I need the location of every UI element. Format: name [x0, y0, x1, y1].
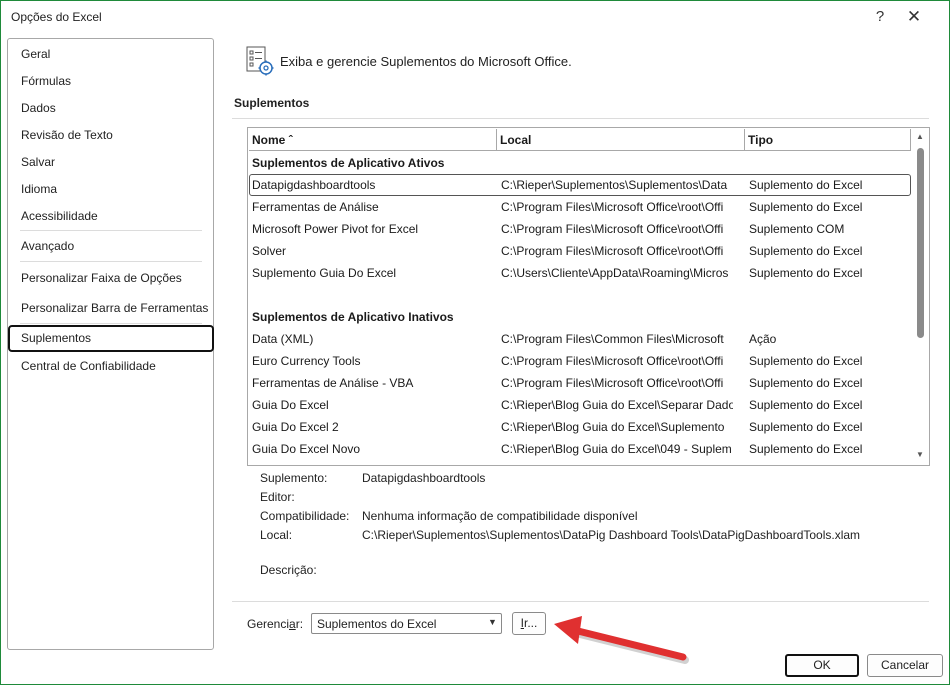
group-header-inactive: Suplementos de Aplicativo Inativos [249, 306, 911, 328]
nav-item-barra[interactable]: Personalizar Barra de Ferramentas [8, 295, 213, 321]
addin-type: Suplemento do Excel [749, 420, 863, 434]
nav-separator [20, 323, 202, 324]
addin-location: C:\Rieper\Blog Guia do Excel\049 - Suple… [501, 442, 732, 456]
column-header-name[interactable]: Nome ˆ [249, 129, 497, 151]
nav-separator [20, 230, 202, 231]
manage-label: Gerenciar: [247, 617, 304, 631]
scroll-down-icon[interactable]: ▼ [916, 450, 924, 459]
window-title: Opções do Excel [11, 10, 102, 24]
group-label: Suplementos de Aplicativo Ativos [252, 156, 445, 170]
table-row[interactable]: Euro Currency Tools C:\Program Files\Mic… [249, 350, 911, 372]
addin-location: C:\Program Files\Microsoft Office\root\O… [501, 222, 724, 236]
addin-location: C:\Users\Cliente\AppData\Roaming\Micros [501, 266, 729, 280]
cancel-button[interactable]: Cancelar [867, 654, 943, 677]
addin-name: Guia Do Excel [252, 398, 329, 412]
group-label: Suplementos de Aplicativo Inativos [252, 310, 454, 324]
table-row[interactable]: Guia Do Excel C:\Rieper\Blog Guia do Exc… [249, 394, 911, 416]
close-button[interactable]: ✕ [899, 5, 929, 29]
ok-button[interactable]: OK [785, 654, 859, 677]
manage-select[interactable]: Suplementos do Excel ▼ [311, 613, 502, 634]
addin-name: Datapigdashboardtools [252, 178, 376, 192]
addin-location: C:\Program Files\Microsoft Office\root\O… [501, 200, 724, 214]
table-row[interactable]: Ferramentas de Análise C:\Program Files\… [249, 196, 911, 218]
page-heading: Exiba e gerencie Suplementos do Microsof… [280, 54, 572, 69]
detail-label-compat: Compatibilidade: [260, 509, 350, 523]
addin-name: Microsoft Power Pivot for Excel [252, 222, 419, 236]
nav-item-idioma[interactable]: Idioma [8, 176, 213, 202]
addin-name: Guia Do Excel Novo [252, 442, 361, 456]
table-row[interactable]: Suplemento Guia Do Excel C:\Users\Client… [249, 262, 911, 284]
nav-separator [20, 261, 202, 262]
addin-location: C:\Program Files\Microsoft Office\root\O… [501, 354, 724, 368]
scroll-thumb[interactable] [917, 148, 924, 338]
addin-type: Suplemento do Excel [749, 376, 863, 390]
addin-name: Guia Do Excel 2 [252, 420, 339, 434]
addin-type: Suplemento COM [749, 222, 845, 236]
addin-location: C:\Program Files\Microsoft Office\root\O… [501, 244, 724, 258]
nav-item-formulas[interactable]: Fórmulas [8, 68, 213, 94]
detail-label-description: Descrição: [260, 563, 317, 577]
addin-type: Suplemento do Excel [749, 178, 863, 192]
nav-item-faixa[interactable]: Personalizar Faixa de Opções [8, 265, 213, 291]
table-row[interactable]: Guia Do Excel 2 C:\Rieper\Blog Guia do E… [249, 416, 911, 438]
table-row[interactable]: Data (XML) C:\Program Files\Common Files… [249, 328, 911, 350]
detail-value-location: C:\Rieper\Suplementos\Suplementos\DataPi… [362, 528, 861, 542]
nav-item-confiabilidade[interactable]: Central de Confiabilidade [8, 353, 213, 379]
addin-type: Suplemento do Excel [749, 442, 863, 456]
addin-name: Ferramentas de Análise [252, 200, 379, 214]
options-nav: Geral Fórmulas Dados Revisão de Texto Sa… [7, 38, 214, 650]
addin-type: Suplemento do Excel [749, 398, 863, 412]
table-row[interactable]: Guia Do Excel Novo C:\Rieper\Blog Guia d… [249, 438, 911, 460]
go-button[interactable]: Ir... [512, 612, 546, 635]
column-header-location[interactable]: Local [497, 129, 745, 151]
title-bar: Opções do Excel ? ✕ [1, 1, 949, 33]
addin-name: Euro Currency Tools [252, 354, 361, 368]
section-divider [232, 118, 929, 119]
addin-name: Solver [252, 244, 287, 258]
vertical-scrollbar[interactable]: ▲ ▼ [912, 128, 928, 465]
detail-value-addin: Datapigdashboardtools [362, 471, 486, 485]
red-arrow-icon [554, 616, 689, 664]
detail-label-location: Local: [260, 528, 293, 542]
nav-item-salvar[interactable]: Salvar [8, 149, 213, 175]
bottom-divider [232, 601, 929, 602]
addin-name: Ferramentas de Análise - VBA [252, 376, 414, 390]
nav-item-suplementos[interactable]: Suplementos [8, 325, 214, 352]
table-row[interactable]: Solver C:\Program Files\Microsoft Office… [249, 240, 911, 262]
addins-list[interactable]: Nome ˆ Local Tipo Suplementos de Aplicat… [247, 127, 930, 466]
nav-item-geral[interactable]: Geral [8, 41, 213, 67]
addins-gear-icon [246, 46, 274, 76]
detail-value-compat: Nenhuma informação de compatibilidade di… [362, 509, 638, 523]
section-title: Suplementos [234, 96, 310, 110]
nav-item-avancado[interactable]: Avançado [8, 233, 213, 259]
nav-item-acessibilidade[interactable]: Acessibilidade [8, 203, 213, 229]
chevron-down-icon: ▼ [488, 617, 497, 627]
addin-type: Suplemento do Excel [749, 354, 863, 368]
addin-location: C:\Rieper\Blog Guia do Excel\Separar Dad… [501, 398, 733, 412]
detail-label-addin: Suplemento: [260, 471, 328, 485]
table-row[interactable]: Datapigdashboardtools C:\Rieper\Suplemen… [249, 174, 911, 196]
addin-name: Suplemento Guia Do Excel [252, 266, 397, 280]
detail-label-editor: Editor: [260, 490, 295, 504]
table-row[interactable]: Microsoft Power Pivot for Excel C:\Progr… [249, 218, 911, 240]
addin-name: Data (XML) [252, 332, 314, 346]
addin-location: C:\Program Files\Common Files\Microsoft [501, 332, 724, 346]
addin-location: C:\Program Files\Microsoft Office\root\O… [501, 376, 724, 390]
group-header-active: Suplementos de Aplicativo Ativos [249, 152, 911, 174]
addin-type: Suplemento do Excel [749, 200, 863, 214]
addin-type: Suplemento do Excel [749, 244, 863, 258]
manage-select-value: Suplementos do Excel [317, 617, 437, 631]
scroll-up-icon[interactable]: ▲ [916, 132, 924, 141]
column-header-type[interactable]: Tipo [745, 129, 911, 151]
nav-item-dados[interactable]: Dados [8, 95, 213, 121]
addin-type: Ação [749, 332, 777, 346]
addin-location: C:\Rieper\Blog Guia do Excel\Suplemento [501, 420, 725, 434]
nav-item-revisao[interactable]: Revisão de Texto [8, 122, 213, 148]
addin-location: C:\Rieper\Suplementos\Suplementos\Data [501, 178, 728, 192]
table-row[interactable]: Ferramentas de Análise - VBA C:\Program … [249, 372, 911, 394]
help-button[interactable]: ? [865, 5, 895, 29]
addin-type: Suplemento do Excel [749, 266, 863, 280]
